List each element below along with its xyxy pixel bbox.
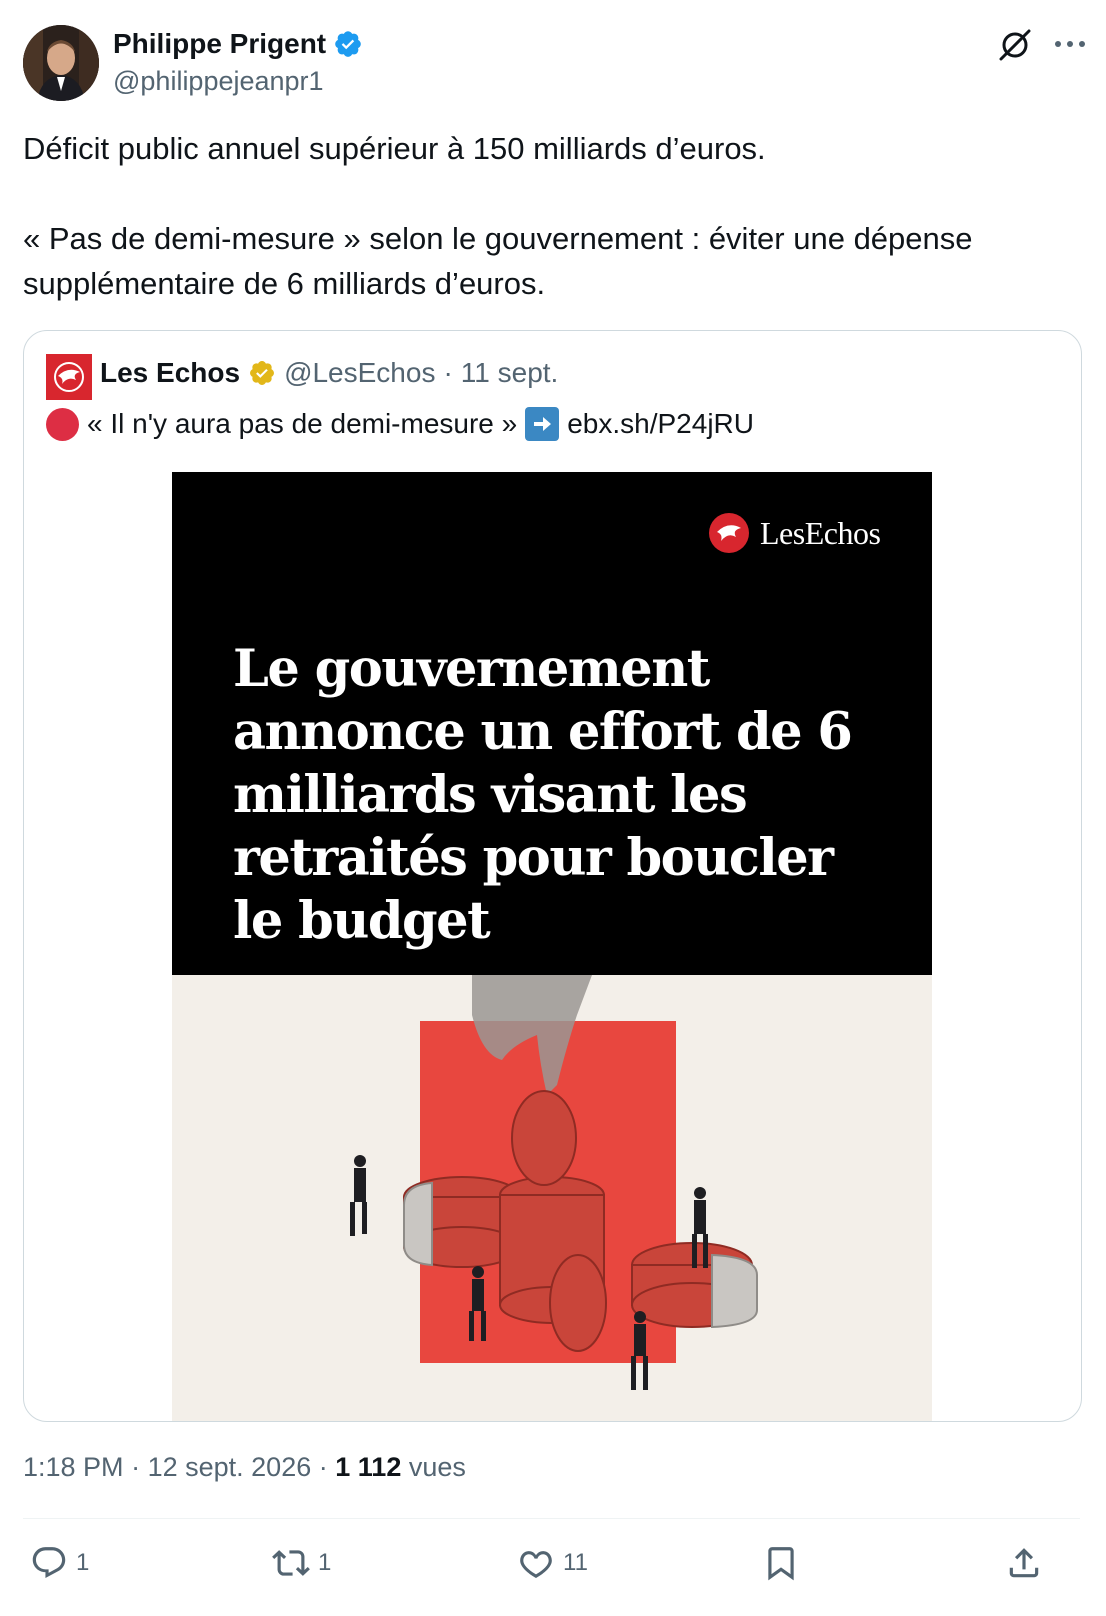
tweet-meta: 1:18 PM · 12 sept. 2026 · 1 112 vues	[23, 1452, 466, 1483]
media-brand: LesEchos	[708, 512, 881, 554]
views-label: vues	[408, 1452, 466, 1482]
like-count: 11	[563, 1549, 588, 1576]
quote-header: Les Echos @LesEchos · 11 sept.	[100, 357, 558, 389]
heart-icon	[520, 1551, 552, 1579]
quote-text: « Il n'y aura pas de demi-mesure » ebx.s…	[46, 407, 754, 441]
tweet-paragraph: « Pas de demi-mesure » selon le gouverne…	[23, 221, 973, 301]
quote-handle[interactable]: @LesEchos	[284, 357, 435, 389]
meta-separator: ·	[318, 1452, 328, 1482]
meta-separator: ·	[131, 1452, 141, 1482]
quote-media-image[interactable]: LesEchos Le gouvernement annonce un effo…	[172, 472, 932, 1421]
divider	[23, 1518, 1080, 1519]
tweet-paragraph: Déficit public annuel supérieur à 150 mi…	[23, 131, 766, 166]
coins-illustration	[350, 975, 758, 1390]
retweet-button[interactable]: 1	[272, 1540, 331, 1586]
like-button[interactable]: 11	[517, 1540, 588, 1586]
author-display-name[interactable]: Philippe Prigent	[113, 28, 326, 60]
reply-button[interactable]: 1	[30, 1540, 89, 1586]
gold-verified-badge-icon[interactable]	[248, 359, 276, 387]
quote-avatar[interactable]	[46, 354, 92, 400]
red-circle-icon	[46, 407, 79, 441]
bookmark-icon	[768, 1547, 794, 1581]
quote-display-name[interactable]: Les Echos	[100, 357, 240, 389]
retweet-count: 1	[318, 1549, 332, 1576]
views-count: 1 112	[335, 1452, 402, 1482]
tweet-time[interactable]: 1:18 PM	[23, 1452, 124, 1482]
avatar-image	[23, 25, 99, 101]
share-icon	[1009, 1548, 1039, 1578]
author-avatar[interactable]	[23, 25, 99, 101]
share-button[interactable]	[1005, 1540, 1043, 1586]
author-name-row: Philippe Prigent	[113, 28, 363, 60]
media-header-panel: LesEchos Le gouvernement annonce un effo…	[172, 472, 932, 975]
quote-separator: ·	[443, 357, 453, 388]
media-brand-text: LesEchos	[760, 514, 881, 551]
more-horizontal-icon	[1055, 41, 1085, 47]
quoted-tweet-card[interactable]: Les Echos @LesEchos · 11 sept. « Il n'y …	[23, 330, 1082, 1422]
quote-link[interactable]: ebx.sh/P24jRU	[567, 408, 754, 440]
les-echos-logo-icon	[46, 354, 92, 400]
reply-count: 1	[76, 1549, 90, 1576]
tweet-date[interactable]: 12 sept. 2026	[148, 1452, 312, 1482]
quote-date[interactable]: 11 sept.	[461, 357, 559, 389]
right-arrow-icon	[525, 407, 560, 441]
grok-icon	[999, 29, 1031, 61]
quote-text-quote: « Il n'y aura pas de demi-mesure »	[87, 408, 518, 439]
media-headline: Le gouvernement annonce un effort de 6 m…	[233, 639, 853, 951]
media-illustration	[172, 975, 932, 1421]
tweet-text: Déficit public annuel supérieur à 150 mi…	[23, 126, 1063, 306]
tweet: Philippe Prigent @philippejeanpr1 Défici…	[0, 0, 1106, 1616]
grok-button[interactable]	[996, 26, 1034, 64]
verified-badge-icon[interactable]	[333, 29, 363, 59]
bookmark-button[interactable]	[762, 1540, 800, 1586]
les-echos-logo-icon	[709, 513, 749, 553]
reply-icon	[32, 1547, 66, 1579]
author-handle[interactable]: @philippejeanpr1	[113, 66, 324, 97]
retweet-icon	[272, 1550, 310, 1576]
more-button[interactable]	[1050, 28, 1090, 62]
